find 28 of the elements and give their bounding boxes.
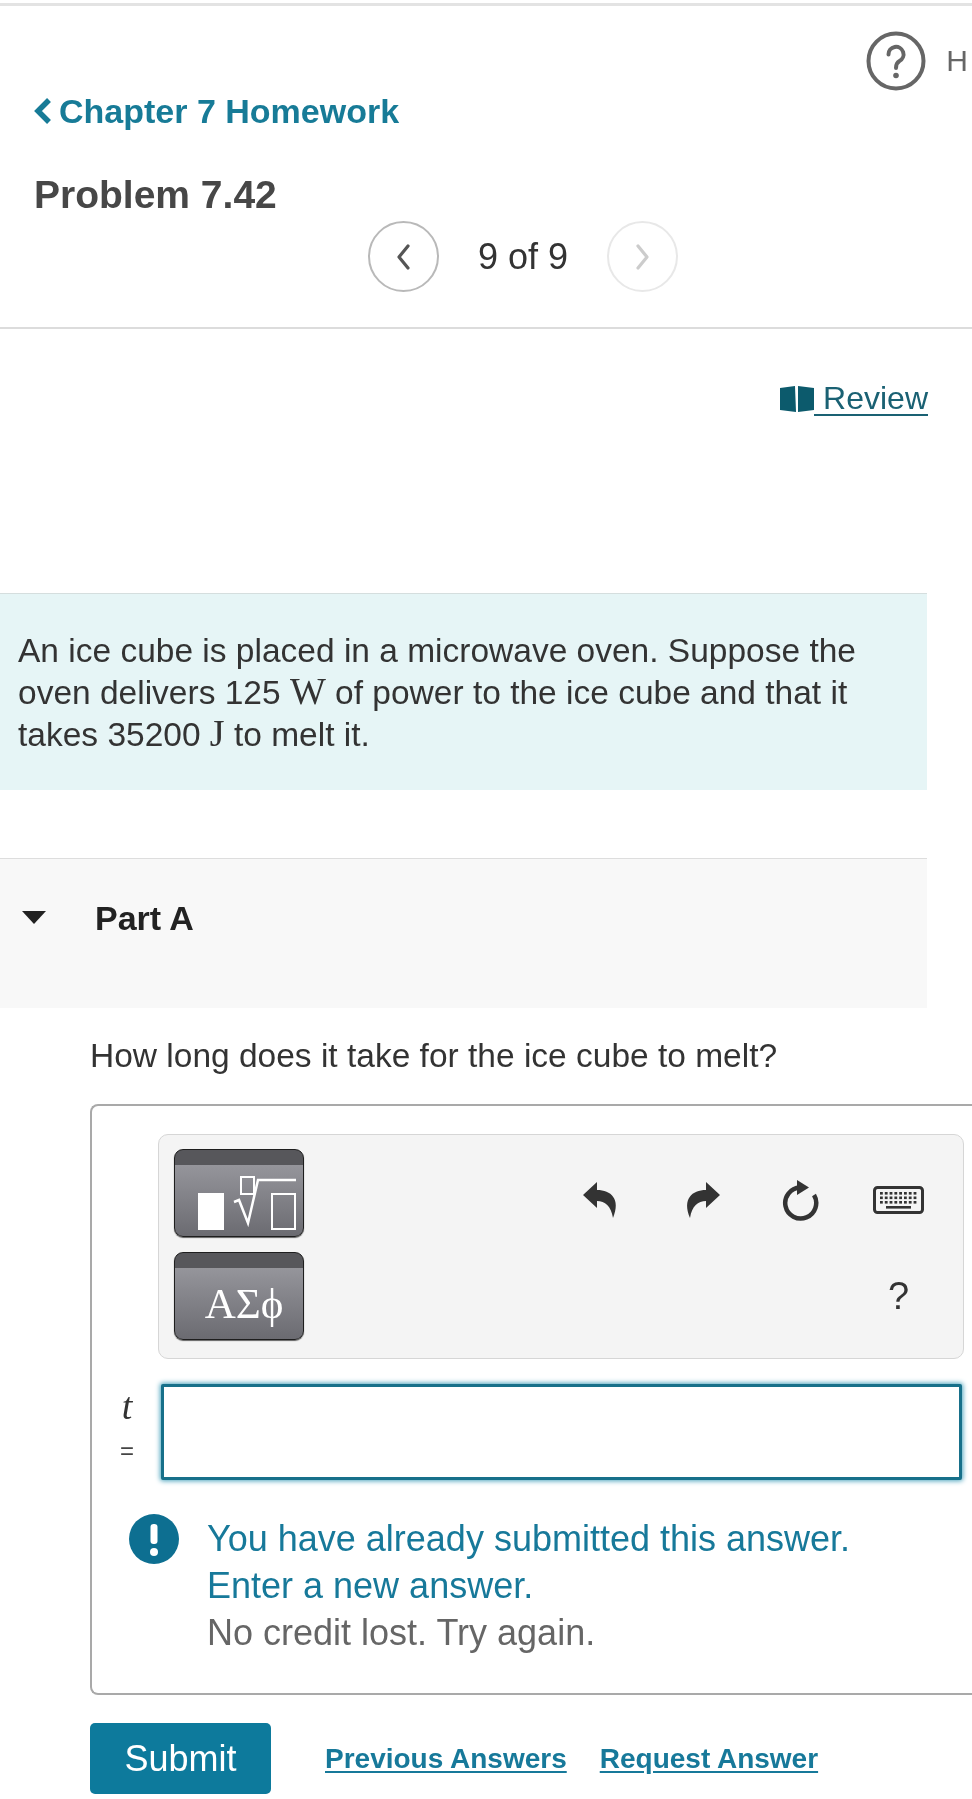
help-link[interactable]: H [866,31,968,91]
problem-title: Problem 7.42 [34,172,278,218]
templates-button[interactable] [174,1149,304,1237]
page-position: 9 of 9 [478,234,569,279]
previous-answers-link[interactable]: Previous Answers [325,1742,567,1775]
feedback-note: No credit lost. Try again. [207,1611,597,1655]
help-icon [866,31,927,91]
part-prompt: How long does it take for the ice cube to melt? [90,1036,779,1076]
exclamation-icon [129,1514,179,1564]
keyboard-button[interactable] [873,1186,924,1214]
answer-field[interactable] [161,1384,962,1480]
chevron-left-icon [396,243,411,270]
keyboard-icon [873,1186,924,1214]
chevron-right-icon [635,243,651,270]
feedback-message: You have already submitted this answer. Enter a new answer. [207,1517,852,1608]
request-answer-link[interactable]: Request Answer [599,1742,819,1775]
question-text: An ice cube is placed in a microwave oven. Suppose the oven delivers 125 W of power to the ice cube and that it takes 35200 J to melt it. [18,631,857,756]
equals-sign: = [120,1438,134,1464]
help-button[interactable]: ? [887,1274,910,1318]
submit-button[interactable]: Submit [90,1723,271,1794]
book-icon [780,386,815,412]
review-link[interactable]: Review [780,381,928,417]
chevron-left-icon [34,98,52,124]
back-link[interactable]: Chapter 7 Homework [34,91,400,131]
symbols-button[interactable]: ΑΣϕ [174,1252,304,1340]
part-toggle[interactable]: Part A [0,858,927,1008]
answer-variable: t [121,1384,133,1428]
square-root-icon [198,1176,296,1230]
